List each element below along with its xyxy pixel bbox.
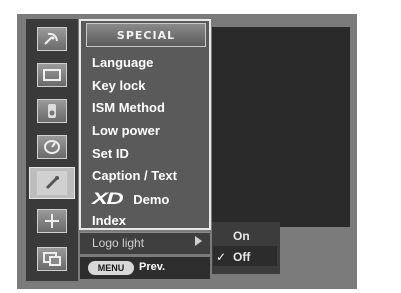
preview-screen (212, 27, 350, 227)
option-on[interactable]: On (233, 229, 250, 243)
sidebar-item-sound[interactable] (29, 95, 75, 127)
menu-item-logo-light[interactable]: Logo light (92, 236, 144, 250)
special-icon (37, 171, 67, 195)
xd-demo-label: Demo (133, 192, 170, 207)
sidebar-item-special[interactable] (29, 167, 75, 199)
menu-item-ism-method[interactable]: ISM Method (92, 100, 165, 115)
sidebar-item-station[interactable] (29, 23, 75, 55)
sidebar-item-time[interactable] (29, 131, 75, 163)
menu-item-set-id[interactable]: Set ID (92, 146, 129, 161)
menu-item-index[interactable]: Index (92, 213, 126, 228)
speaker-icon (37, 99, 67, 123)
menu-item-key-lock[interactable]: Key lock (92, 78, 145, 93)
sidebar-item-picture[interactable] (29, 59, 75, 91)
checkmark-icon: ✓ (216, 250, 227, 264)
arrow-right-icon (195, 236, 202, 246)
screen-icon (37, 63, 67, 87)
menu-item-caption-text[interactable]: Caption / Text (92, 168, 177, 183)
menu-item-language[interactable]: Language (92, 55, 153, 70)
menu-key-button[interactable]: MENU (88, 261, 134, 275)
menu-item-low-power[interactable]: Low power (92, 123, 160, 138)
plus-icon (37, 209, 67, 233)
menu-title: SPECIAL (86, 23, 206, 47)
pip-icon (37, 247, 67, 271)
sidebar-item-screen[interactable] (29, 205, 75, 237)
option-off[interactable]: Off (233, 250, 250, 264)
clock-icon (37, 135, 67, 159)
menu-item-xd-demo[interactable]: XD Demo (92, 189, 169, 209)
category-sidebar (26, 19, 78, 281)
xd-logo: XD (92, 189, 124, 208)
sidebar-item-pip[interactable] (29, 243, 75, 275)
satellite-dish-icon (37, 27, 67, 51)
prev-label: Prev. (139, 261, 166, 273)
